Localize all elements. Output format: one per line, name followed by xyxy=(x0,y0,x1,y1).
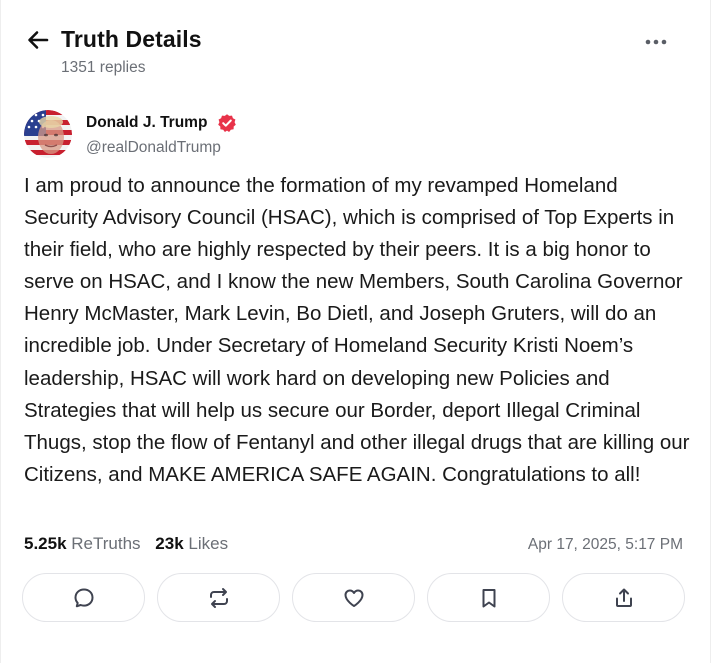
truth-details-page: Truth Details 1351 replies Donald J. Tru… xyxy=(0,0,711,663)
retruths-count: 5.25k xyxy=(24,534,67,553)
verified-badge-icon xyxy=(217,113,237,133)
heart-icon xyxy=(344,589,363,607)
more-options-button[interactable] xyxy=(641,31,671,51)
retruths-label: ReTruths xyxy=(71,534,141,553)
likes-stat[interactable]: 23k Likes xyxy=(155,534,228,553)
likes-label: Likes xyxy=(188,534,229,553)
author-handle[interactable]: @realDonaldTrump xyxy=(86,139,221,157)
back-button[interactable] xyxy=(25,28,51,52)
share-button[interactable] xyxy=(562,573,685,622)
post-text: I am proud to announce the formation of … xyxy=(24,174,690,486)
likes-count: 23k xyxy=(155,534,184,553)
replies-count[interactable]: 1351 replies xyxy=(61,59,145,77)
page-title: Truth Details xyxy=(61,26,202,52)
retruth-button[interactable] xyxy=(157,573,280,622)
repost-icon xyxy=(209,587,228,608)
avatar-image xyxy=(24,110,72,158)
post-stats: 5.25k ReTruths 23k Likes xyxy=(24,534,238,554)
comment-bubble-icon xyxy=(74,588,93,607)
arrow-left-icon xyxy=(28,31,49,49)
post-timestamp: Apr 17, 2025, 5:17 PM xyxy=(527,536,683,553)
share-icon xyxy=(615,588,632,607)
action-bar xyxy=(22,573,688,624)
retruths-stat[interactable]: 5.25k ReTruths xyxy=(24,534,141,553)
bookmark-icon xyxy=(482,588,495,607)
bookmark-button[interactable] xyxy=(427,573,550,622)
author-name[interactable]: Donald J. Trump xyxy=(86,114,207,132)
like-button[interactable] xyxy=(292,573,415,622)
avatar[interactable] xyxy=(24,110,72,158)
reply-button[interactable] xyxy=(22,573,145,622)
more-horizontal-icon xyxy=(645,39,667,45)
